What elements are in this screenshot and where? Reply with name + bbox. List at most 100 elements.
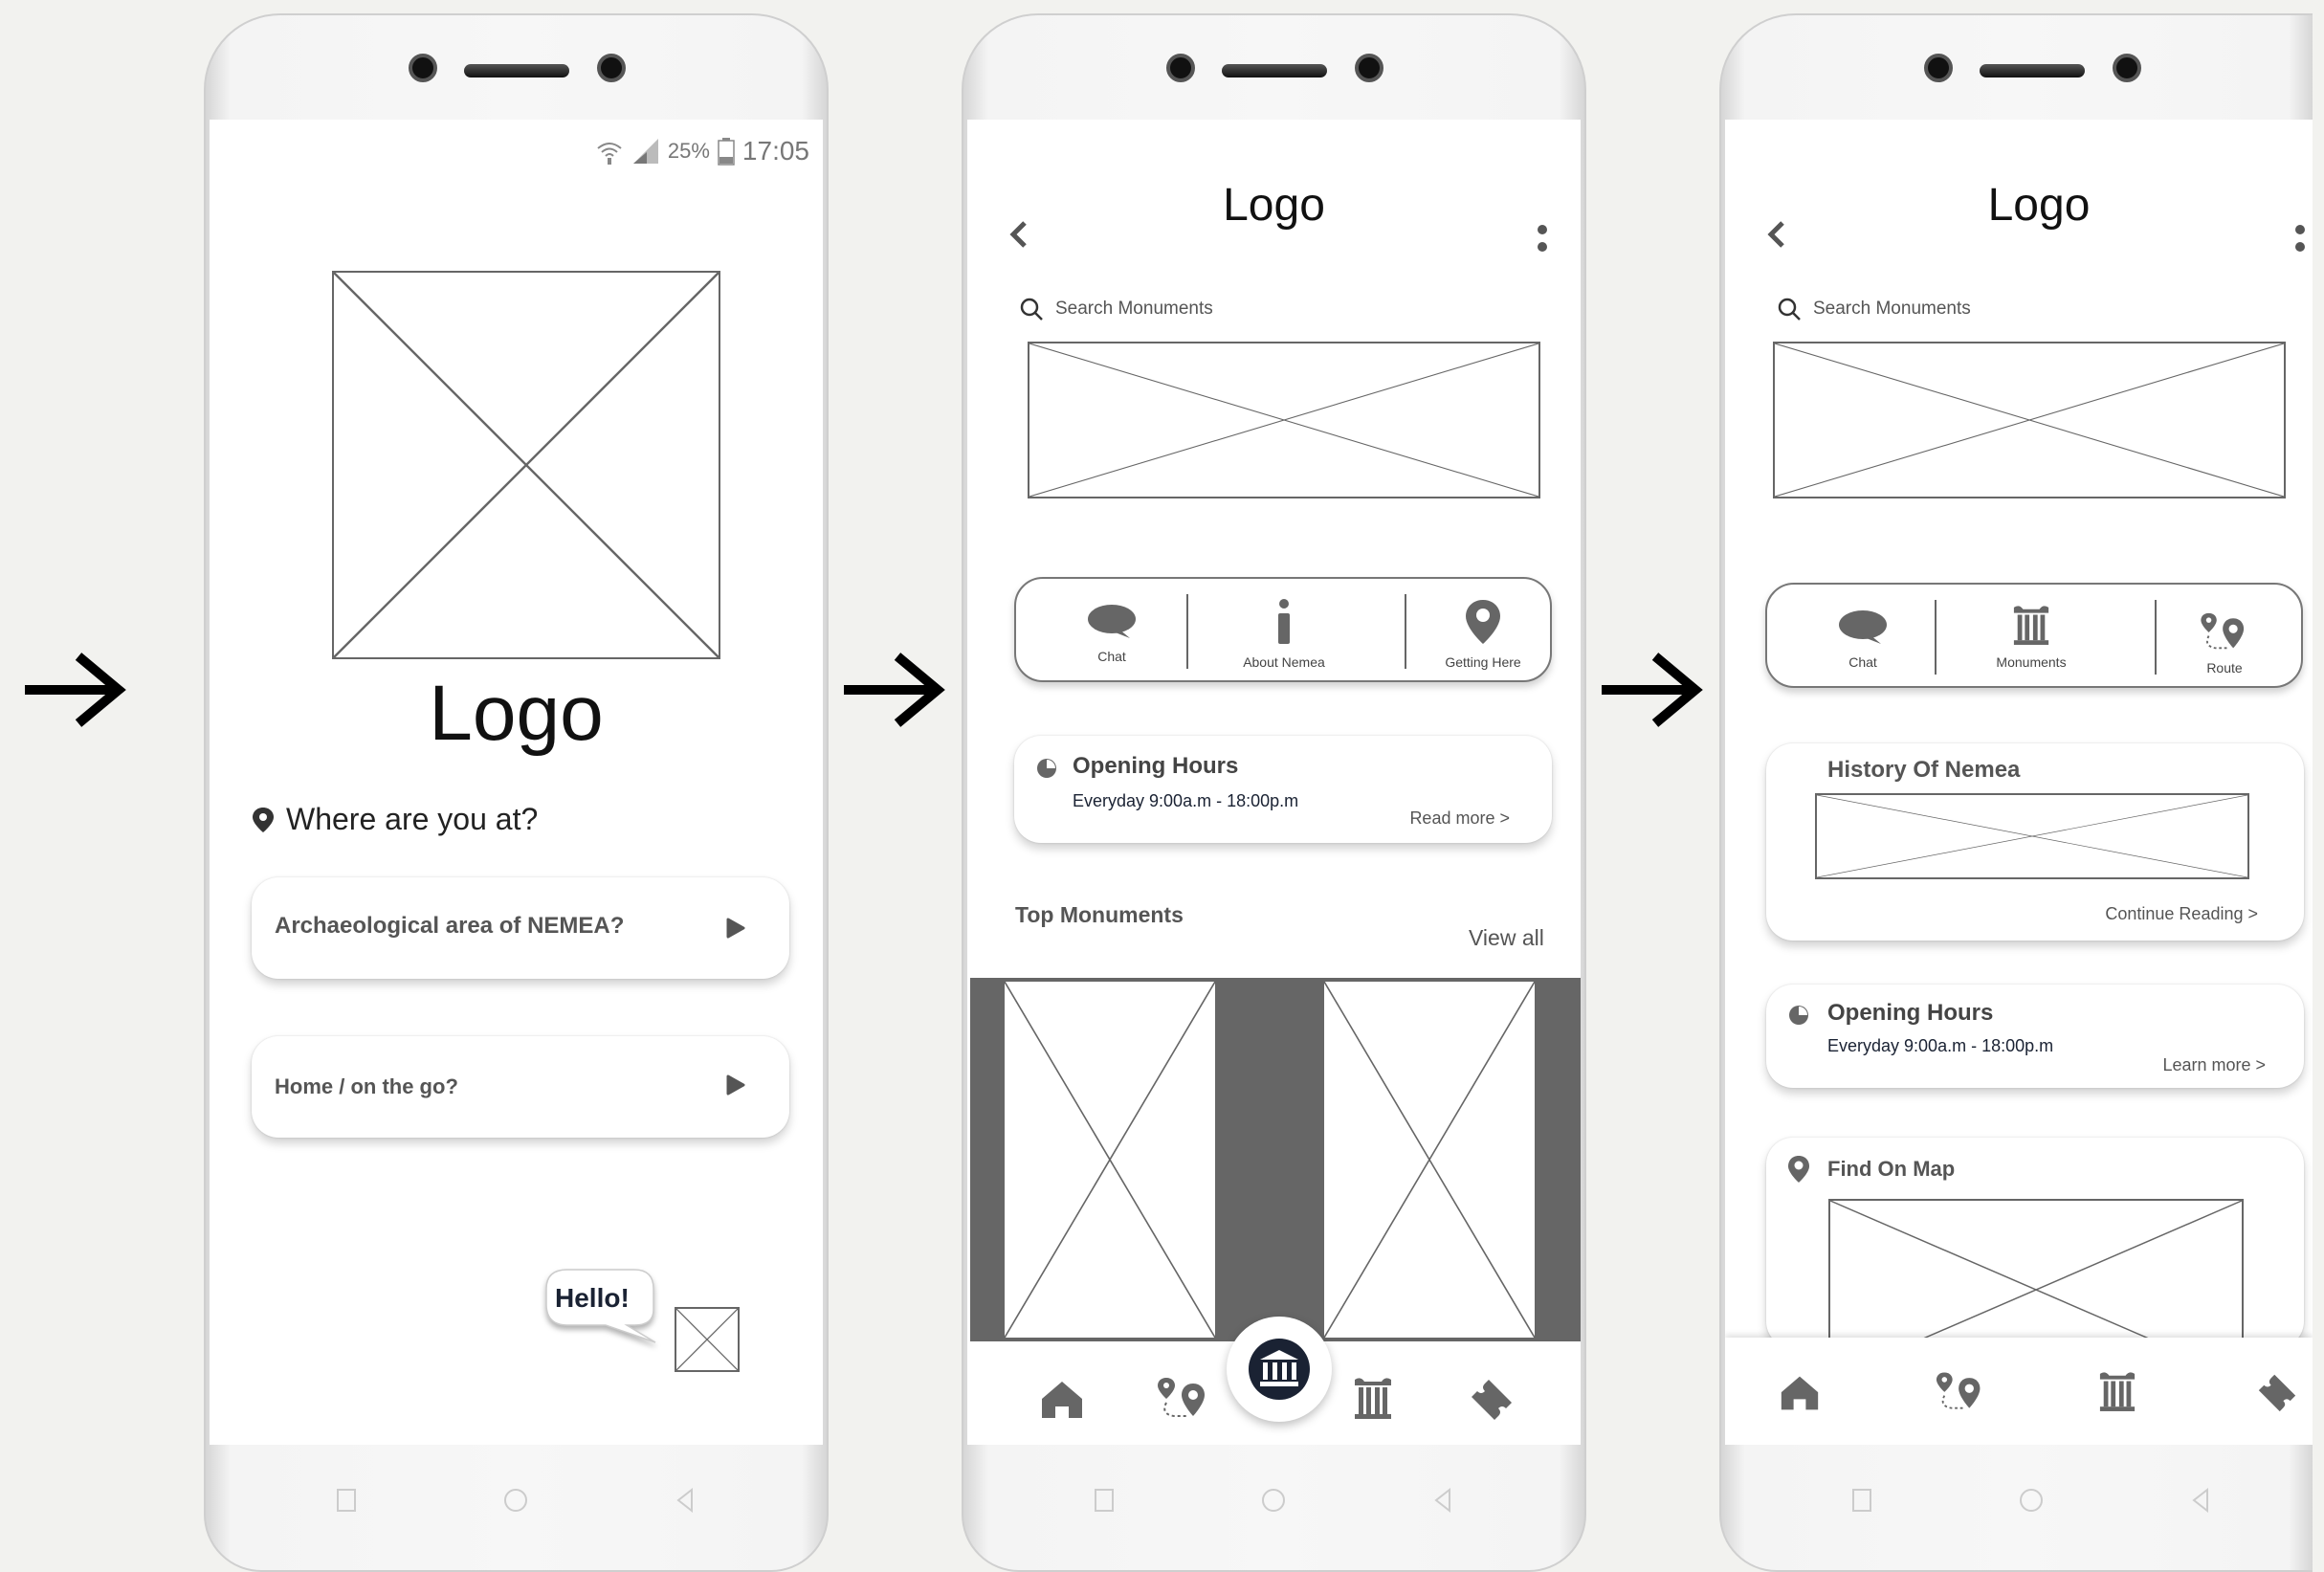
question-text: Where are you at? [286, 802, 539, 836]
flow-arrow-icon [844, 653, 945, 727]
bottom-nav [967, 1317, 1581, 1445]
flow-arrow-icon [1602, 653, 1703, 727]
menu-chat[interactable]: Chat [1054, 602, 1169, 664]
screen: Logo Search Monuments Chat Monuments Rou… [1725, 120, 2313, 1445]
opening-hours-title: Opening Hours [1827, 1000, 1994, 1026]
menu-divider [2155, 600, 2157, 675]
hardware-nav-keys [206, 1446, 827, 1570]
menu-label: Chat [1097, 649, 1126, 664]
column-icon[interactable] [2098, 1370, 2136, 1412]
home-key-icon[interactable] [2017, 1486, 2046, 1515]
hardware-nav-keys [1721, 1446, 2313, 1570]
bottom-nav [1725, 1338, 2313, 1445]
learn-more-link[interactable]: Learn more > [2162, 1055, 2266, 1075]
location-pin-icon [1788, 1156, 1809, 1183]
front-camera [1166, 54, 1195, 82]
monument-card-placeholder[interactable] [1322, 980, 1537, 1340]
top-monuments-title: Top Monuments [1015, 902, 1184, 927]
clock-icon [1037, 759, 1056, 778]
menu-about-nemea[interactable]: About Nemea [1217, 598, 1351, 670]
route-icon[interactable] [1936, 1370, 1985, 1412]
read-more-link[interactable]: Read more > [1409, 808, 1510, 829]
wireframe-canvas: 25% 17:05 Logo Where are you at? Archaeo… [0, 0, 2324, 1572]
back-key-icon[interactable] [671, 1486, 699, 1515]
search-icon [1778, 298, 1801, 321]
menu-getting-here[interactable]: Getting Here [1416, 598, 1550, 670]
history-card: History Of Nemea Continue Reading > [1766, 743, 2304, 941]
menu-label: Chat [1848, 654, 1877, 670]
menu-label: Monuments [1996, 654, 2067, 670]
menu-divider [1935, 600, 1937, 675]
home-key-icon[interactable] [501, 1486, 530, 1515]
continue-reading-link[interactable]: Continue Reading > [2105, 904, 2258, 924]
info-icon [1278, 599, 1290, 644]
header-logo: Logo [1987, 180, 2091, 231]
option-archaeological-area[interactable]: Archaeological area of NEMEA? [252, 877, 789, 979]
logo-text: Logo [429, 670, 604, 757]
home-icon[interactable] [1780, 1374, 1820, 1412]
search-bar[interactable]: Search Monuments [1777, 295, 2274, 323]
menu-route[interactable]: Route [2167, 611, 2282, 675]
view-all-link[interactable]: View all [1469, 925, 1544, 951]
earpiece-speaker [1222, 64, 1327, 77]
recent-apps-icon[interactable] [1848, 1486, 1876, 1515]
museum-icon [1249, 1339, 1310, 1400]
route-icon [2201, 612, 2245, 650]
front-sensor [1355, 54, 1383, 82]
search-placeholder: Search Monuments [1813, 299, 1971, 319]
column-icon [2013, 606, 2049, 645]
search-bar[interactable]: Search Monuments [1019, 295, 1536, 323]
chat-icon [1088, 605, 1136, 638]
battery-percent: 25% [667, 139, 710, 163]
hardware-nav-keys [963, 1446, 1584, 1570]
banner-image-placeholder [1773, 342, 2286, 498]
back-key-icon[interactable] [2186, 1486, 2215, 1515]
signal-icon [632, 139, 658, 164]
chat-greeting: Hello! [555, 1283, 630, 1313]
phone-screen-location: 25% 17:05 Logo Where are you at? Archaeo… [204, 13, 829, 1572]
search-placeholder: Search Monuments [1055, 299, 1213, 319]
opening-hours-title: Opening Hours [1073, 753, 1239, 779]
back-key-icon[interactable] [1428, 1486, 1457, 1515]
screen: Logo Search Monuments Chat About Nemea G… [967, 120, 1581, 1445]
opening-hours-value: Everyday 9:00a.m - 18:00p.m [1073, 791, 1299, 810]
ticket-icon[interactable] [1470, 1378, 1514, 1420]
recent-apps-icon[interactable] [1090, 1486, 1118, 1515]
ticket-icon[interactable] [2257, 1372, 2297, 1412]
find-on-map-card[interactable]: Find On Map [1766, 1138, 2304, 1381]
map-pin-icon [1466, 600, 1500, 644]
menu-chat[interactable]: Chat [1805, 608, 1920, 670]
front-sensor [597, 54, 626, 82]
menu-monuments[interactable]: Monuments [1964, 604, 2098, 670]
menu-label: Getting Here [1445, 654, 1521, 670]
menu-label: About Nemea [1243, 654, 1325, 670]
earpiece-speaker [464, 64, 569, 77]
option-label: Archaeological area of NEMEA? [275, 913, 625, 939]
logo-image-placeholder [332, 271, 720, 659]
location-question: Where are you at? [252, 802, 538, 837]
more-options-icon[interactable] [1536, 223, 1549, 257]
chat-icon [1839, 610, 1887, 644]
option-home-on-the-go[interactable]: Home / on the go? [252, 1036, 789, 1138]
phone-screen-home: Logo Search Monuments Chat About Nemea G… [962, 13, 1586, 1572]
banner-image-placeholder [1028, 342, 1540, 498]
earpiece-speaker [1980, 64, 2085, 77]
more-options-icon[interactable] [2293, 223, 2307, 257]
clock-icon [1789, 1006, 1808, 1025]
monuments-carousel[interactable] [970, 978, 1581, 1341]
front-camera [409, 54, 437, 82]
front-camera [1924, 54, 1953, 82]
quick-menu: Chat Monuments Route [1765, 583, 2303, 688]
play-arrow-icon [726, 918, 745, 939]
home-key-icon[interactable] [1259, 1486, 1288, 1515]
location-pin-icon [253, 807, 274, 832]
home-icon[interactable] [1040, 1380, 1084, 1420]
monument-card-placeholder[interactable] [1003, 980, 1217, 1340]
route-icon[interactable] [1157, 1376, 1210, 1420]
chatbot-avatar-placeholder[interactable] [675, 1307, 740, 1372]
column-icon[interactable] [1353, 1376, 1393, 1420]
quick-menu: Chat About Nemea Getting Here [1014, 577, 1552, 682]
museum-fab[interactable] [1227, 1317, 1332, 1422]
battery-icon [718, 138, 735, 166]
recent-apps-icon[interactable] [332, 1486, 361, 1515]
